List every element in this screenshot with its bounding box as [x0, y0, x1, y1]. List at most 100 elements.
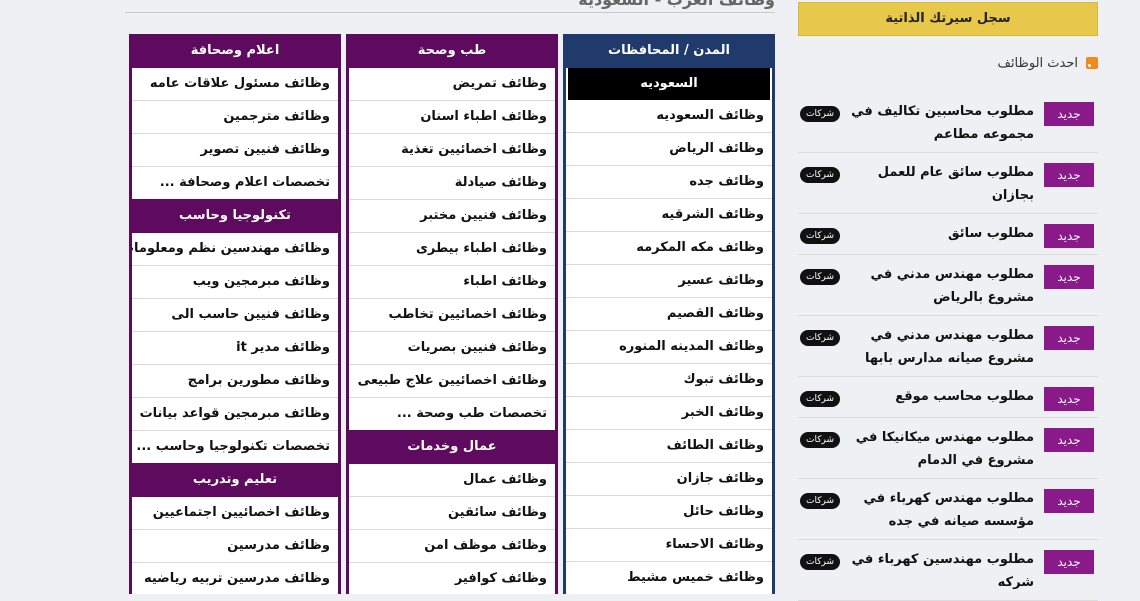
- tech-link[interactable]: تخصصات تكنولوجيا وحاسب ...: [132, 431, 338, 463]
- media-column: اعلام وصحافة وظائف مسئول علاقات عامه وظا…: [129, 34, 341, 594]
- job-title-link[interactable]: مطلوب سائق: [840, 222, 1044, 245]
- labor-links: وظائف عمال وظائف سائقين وظائف موظف امن و…: [349, 464, 555, 594]
- category-tag[interactable]: شركات: [800, 554, 841, 570]
- latest-jobs-header: احدث الوظائف: [798, 56, 1098, 78]
- job-item[interactable]: جديد مطلوب محاسب موقع شركات: [798, 377, 1098, 418]
- category-tag[interactable]: شركات: [800, 269, 841, 285]
- labor-link[interactable]: وظائف موظف امن: [349, 530, 555, 563]
- job-item[interactable]: جديد مطلوب محاسبين تكاليف في مجموعه مطاع…: [798, 92, 1098, 153]
- health-link[interactable]: وظائف اطباء اسنان: [349, 101, 555, 134]
- category-tag[interactable]: شركات: [800, 493, 841, 509]
- job-title-link[interactable]: مطلوب محاسبين تكاليف في مجموعه مطاعم: [840, 100, 1044, 146]
- new-badge: جديد: [1044, 163, 1094, 187]
- job-title-link[interactable]: مطلوب محاسب موقع: [840, 385, 1044, 408]
- job-title-link[interactable]: مطلوب مهندس ميكانيكا في مشروع في الدمام: [840, 426, 1044, 472]
- health-column-header: طب وصحة: [349, 34, 555, 68]
- city-link[interactable]: وظائف الاحساء: [566, 529, 772, 562]
- health-link[interactable]: وظائف اخصائيين تغذية: [349, 134, 555, 167]
- city-link[interactable]: وظائف تبوك: [566, 364, 772, 397]
- health-link[interactable]: وظائف اطباء بيطرى: [349, 233, 555, 266]
- category-tag[interactable]: شركات: [800, 330, 841, 346]
- tech-link[interactable]: وظائف مدير it: [132, 332, 338, 365]
- health-link[interactable]: وظائف فنيين مختبر: [349, 200, 555, 233]
- health-link[interactable]: وظائف اخصائيين علاج طبيعى: [349, 365, 555, 398]
- education-link[interactable]: وظائف مدرسين: [132, 530, 338, 563]
- category-tag[interactable]: شركات: [800, 106, 841, 122]
- city-column-header: المدن / المحافظات: [566, 34, 772, 68]
- new-badge: جديد: [1044, 489, 1094, 513]
- media-link[interactable]: وظائف مسئول علاقات عامه: [132, 68, 338, 101]
- tech-link[interactable]: وظائف مهندسين نظم ومعلومات: [132, 233, 338, 266]
- health-link[interactable]: وظائف تمريض: [349, 68, 555, 101]
- labor-column-header: عمال وخدمات: [349, 430, 555, 464]
- job-title-link[interactable]: مطلوب مهندس كهرباء في مؤسسه صيانه في جده: [840, 487, 1044, 533]
- category-tag[interactable]: شركات: [800, 228, 841, 244]
- job-title-link[interactable]: مطلوب سائق عام للعمل بجازان: [840, 161, 1044, 207]
- education-link[interactable]: وظائف اخصائيين اجتماعيين: [132, 497, 338, 530]
- latest-jobs-title: احدث الوظائف: [997, 56, 1078, 71]
- tech-link[interactable]: وظائف مطورين برامج: [132, 365, 338, 398]
- page: وظائف العرب - السعودية اعلام وصحافة وظائ…: [0, 0, 1140, 601]
- city-links: وظائف السعوديه وظائف الرياض وظائف جده وظ…: [566, 100, 772, 594]
- city-link[interactable]: وظائف القصيم: [566, 298, 772, 331]
- city-link[interactable]: وظائف الطائف: [566, 430, 772, 463]
- new-badge: جديد: [1044, 550, 1094, 574]
- tech-link[interactable]: وظائف مبرمجين ويب: [132, 266, 338, 299]
- job-item[interactable]: جديد مطلوب سائق شركات: [798, 214, 1098, 255]
- new-badge: جديد: [1044, 387, 1094, 411]
- job-item[interactable]: جديد مطلوب مهندس ميكانيكا في مشروع في ال…: [798, 418, 1098, 479]
- media-column-header: اعلام وصحافة: [132, 34, 338, 68]
- education-links: وظائف اخصائيين اجتماعيين وظائف مدرسين وظ…: [132, 497, 338, 594]
- city-link[interactable]: وظائف المدينه المنوره: [566, 331, 772, 364]
- job-title-link[interactable]: مطلوب مهندسين كهرباء في شركه: [840, 548, 1044, 594]
- page-title: وظائف العرب - السعودية: [125, 0, 775, 13]
- city-link[interactable]: وظائف الخبر: [566, 397, 772, 430]
- new-badge: جديد: [1044, 102, 1094, 126]
- tech-link[interactable]: وظائف مبرمجين قواعد بيانات: [132, 398, 338, 431]
- register-cv-button[interactable]: سجل سيرتك الذاتية: [798, 2, 1098, 36]
- latest-jobs-list: جديد مطلوب محاسبين تكاليف في مجموعه مطاع…: [798, 92, 1098, 601]
- sidebar: سجل سيرتك الذاتية احدث الوظائف جديد مطلو…: [798, 0, 1098, 601]
- city-link[interactable]: وظائف الشرقيه: [566, 199, 772, 232]
- country-subheader[interactable]: السعوديه: [568, 68, 770, 100]
- health-link[interactable]: وظائف اطباء: [349, 266, 555, 299]
- education-column-header: تعليم وتدريب: [132, 463, 338, 497]
- category-tag[interactable]: شركات: [800, 391, 841, 407]
- category-tag[interactable]: شركات: [800, 167, 841, 183]
- labor-link[interactable]: وظائف سائقين: [349, 497, 555, 530]
- city-link[interactable]: وظائف حائل: [566, 496, 772, 529]
- city-link[interactable]: وظائف جازان: [566, 463, 772, 496]
- city-link[interactable]: وظائف خميس مشيط: [566, 562, 772, 594]
- media-link[interactable]: وظائف فنيين تصوير: [132, 134, 338, 167]
- city-link[interactable]: وظائف السعوديه: [566, 100, 772, 133]
- tech-links: وظائف مهندسين نظم ومعلومات وظائف مبرمجين…: [132, 233, 338, 463]
- labor-link[interactable]: وظائف عمال: [349, 464, 555, 497]
- job-item[interactable]: جديد مطلوب سائق عام للعمل بجازان شركات: [798, 153, 1098, 214]
- city-link[interactable]: وظائف الرياض: [566, 133, 772, 166]
- media-link[interactable]: وظائف مترجمين: [132, 101, 338, 134]
- media-link[interactable]: تخصصات اعلام وصحافة ...: [132, 167, 338, 199]
- city-link[interactable]: وظائف عسير: [566, 265, 772, 298]
- health-link[interactable]: وظائف صيادلة: [349, 167, 555, 200]
- health-link[interactable]: وظائف فنيين بصريات: [349, 332, 555, 365]
- health-link[interactable]: تخصصات طب وصحة ...: [349, 398, 555, 430]
- city-link[interactable]: وظائف مكه المكرمه: [566, 232, 772, 265]
- health-links: وظائف تمريض وظائف اطباء اسنان وظائف اخصا…: [349, 68, 555, 430]
- media-links: وظائف مسئول علاقات عامه وظائف مترجمين وظ…: [132, 68, 338, 199]
- job-item[interactable]: جديد مطلوب مهندس كهرباء في مؤسسه صيانه ف…: [798, 479, 1098, 540]
- category-tag[interactable]: شركات: [800, 432, 841, 448]
- job-item[interactable]: جديد مطلوب مهندس مدني في مشروع بالرياض ش…: [798, 255, 1098, 316]
- job-title-link[interactable]: مطلوب مهندس مدني في مشروع بالرياض: [840, 263, 1044, 309]
- new-badge: جديد: [1044, 428, 1094, 452]
- job-title-link[interactable]: مطلوب مهندس مدني في مشروع صيانه مدارس با…: [840, 324, 1044, 370]
- tech-column-header: تكنولوجيا وحاسب: [132, 199, 338, 233]
- tech-link[interactable]: وظائف فنيين حاسب الى: [132, 299, 338, 332]
- new-badge: جديد: [1044, 265, 1094, 289]
- job-item[interactable]: جديد مطلوب مهندسين كهرباء في شركه شركات: [798, 540, 1098, 601]
- city-link[interactable]: وظائف جده: [566, 166, 772, 199]
- new-badge: جديد: [1044, 224, 1094, 248]
- job-item[interactable]: جديد مطلوب مهندس مدني في مشروع صيانه مدا…: [798, 316, 1098, 377]
- rss-icon[interactable]: [1086, 56, 1098, 69]
- health-link[interactable]: وظائف اخصائيين تخاطب: [349, 299, 555, 332]
- city-column: المدن / المحافظات السعوديه وظائف السعودي…: [563, 34, 775, 594]
